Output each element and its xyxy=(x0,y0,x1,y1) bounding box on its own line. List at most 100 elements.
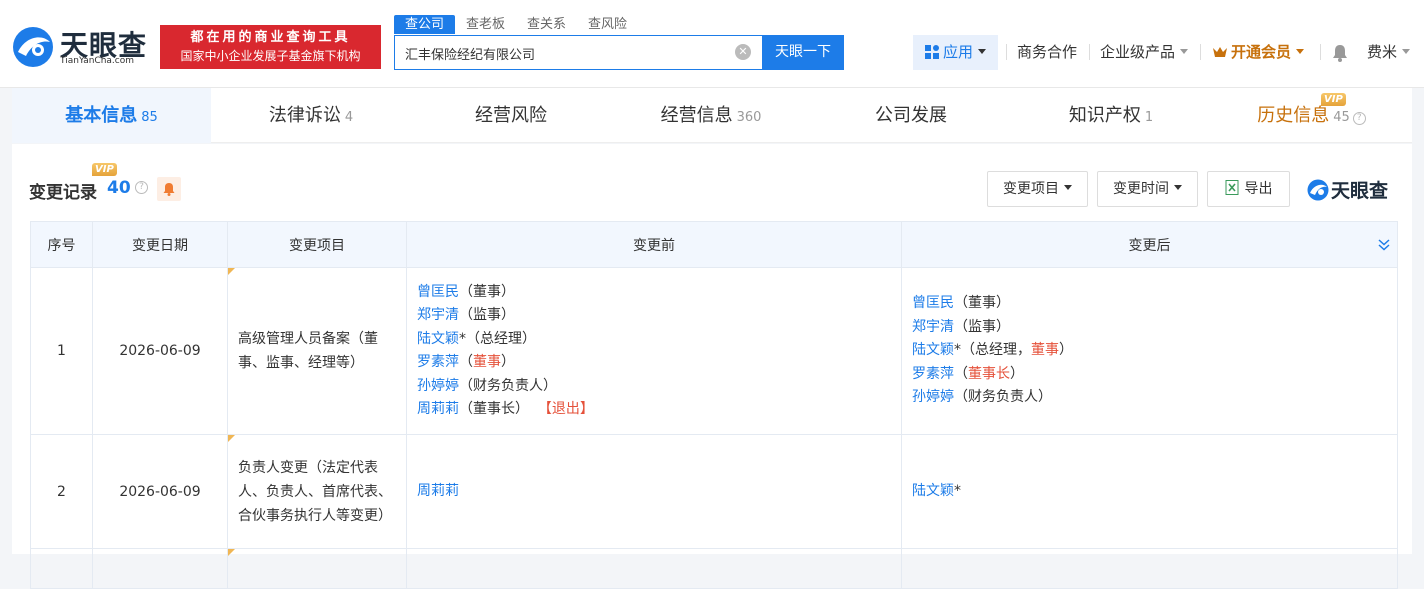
slogan-banner[interactable]: 都在用的商业查询工具 国家中小企业发展子基金旗下机构 xyxy=(160,25,381,69)
person-role: ） xyxy=(1059,342,1073,359)
table-row: 2 2026-06-09 负责人变更（法定代表人、负责人、首席代表、合伙事务执行… xyxy=(30,434,1398,549)
person-mark: * xyxy=(954,342,961,359)
tab-label: 经营信息 xyxy=(660,105,733,126)
tab-label: 公司发展 xyxy=(875,105,947,126)
person-entry: 孙婷婷（财务负责人） xyxy=(912,386,1387,410)
search-tab-boss[interactable]: 查老板 xyxy=(455,15,516,34)
section-count: 40 xyxy=(107,178,131,198)
person-link[interactable]: 郑宇清 xyxy=(912,319,954,335)
person-link[interactable]: 周莉莉 xyxy=(417,401,459,417)
row-index: 2 xyxy=(30,434,93,549)
search-tab-relation[interactable]: 查关系 xyxy=(516,15,577,34)
row-before xyxy=(406,548,902,589)
divider xyxy=(1089,44,1090,60)
tab-basic-info[interactable]: 基本信息 85 xyxy=(12,88,211,143)
tab-operating-risk[interactable]: 经营风险 xyxy=(411,88,611,143)
chevron-down-icon xyxy=(1402,49,1411,54)
person-link[interactable]: 曾匡民 xyxy=(912,295,954,311)
person-role: ） xyxy=(501,354,515,370)
row-date xyxy=(92,548,228,589)
tab-count: 1 xyxy=(1144,110,1154,125)
filter-change-time[interactable]: 变更时间 xyxy=(1097,171,1198,207)
person-link[interactable]: 孙婷婷 xyxy=(912,389,954,405)
app-grid-icon xyxy=(924,45,939,59)
site-logo[interactable]: 天眼查 TianYanCha.com xyxy=(12,24,152,70)
row-item: 高级管理人员备案（董事、监事、经理等） xyxy=(227,267,407,435)
row-item-text: 负责人变更（法定代表人、负责人、首席代表、合伙事务执行人等变更） xyxy=(238,459,392,524)
export-label: 导出 xyxy=(1244,181,1273,197)
app-menu[interactable]: 应用 xyxy=(913,35,998,70)
corner-mark xyxy=(228,268,235,275)
person-entry: 陆文颖*（总经理） xyxy=(417,328,891,352)
row-after: 陆文颖* xyxy=(901,434,1398,549)
corner-mark xyxy=(228,435,235,442)
tab-count: 360 xyxy=(736,110,762,125)
search-input[interactable] xyxy=(405,43,725,63)
filter-label: 变更时间 xyxy=(1113,181,1169,197)
change-record-panel: VIP 变更记录 40 ? 变更项目 变更时间 导出 天眼查 序号 变更日期 变… xyxy=(12,144,1412,589)
tab-legal[interactable]: 法律诉讼 4 xyxy=(211,88,411,143)
search-type-tabs: 查公司 查老板 查关系 查风险 xyxy=(394,15,638,34)
clear-icon[interactable]: ✕ xyxy=(735,44,751,60)
person-link[interactable]: 陆文颖 xyxy=(912,483,954,499)
tab-history[interactable]: 历史信息 45? xyxy=(1211,88,1412,143)
filter-label: 变更项目 xyxy=(1003,181,1059,197)
person-link[interactable]: 郑宇清 xyxy=(417,307,459,323)
person-link[interactable]: 陆文颖 xyxy=(912,342,954,358)
tab-label: 基本信息 xyxy=(65,105,138,126)
person-link[interactable]: 周莉莉 xyxy=(417,483,459,499)
tab-development[interactable]: 公司发展 xyxy=(811,88,1011,143)
person-role-changed: 董事 xyxy=(1031,342,1059,359)
search-tab-company[interactable]: 查公司 xyxy=(394,15,456,34)
person-mark: * xyxy=(954,482,961,499)
help-icon[interactable]: ? xyxy=(1352,112,1366,125)
nav-enterprise[interactable]: 企业级产品 xyxy=(1100,35,1189,70)
notification-bell-icon[interactable] xyxy=(1332,44,1348,62)
person-link[interactable]: 陆文颖 xyxy=(417,331,459,347)
monitor-button[interactable] xyxy=(157,177,181,201)
row-item xyxy=(227,548,407,589)
col-header-item: 变更项目 xyxy=(227,221,407,268)
person-role: （ xyxy=(459,354,473,370)
chevron-down-icon xyxy=(978,49,986,54)
person-role-changed: 董事长 xyxy=(968,365,1010,382)
change-record-table: 序号 变更日期 变更项目 变更前 变更后 1 2026-06-09 高级管理人员… xyxy=(30,221,1398,589)
person-role: （总经理） xyxy=(466,330,536,347)
search-tab-risk[interactable]: 查风险 xyxy=(577,15,638,34)
double-chevron-down-icon[interactable] xyxy=(1377,238,1391,252)
brand-watermark: 天眼查 xyxy=(1307,176,1388,202)
person-entry: 曾匡民（董事） xyxy=(912,292,1387,316)
person-link[interactable]: 孙婷婷 xyxy=(417,378,459,394)
slogan-line2: 国家中小企业发展子基金旗下机构 xyxy=(180,49,361,63)
bell-icon xyxy=(163,183,175,196)
person-mark: * xyxy=(459,330,466,347)
filter-change-item[interactable]: 变更项目 xyxy=(987,171,1088,207)
tab-label: 法律诉讼 xyxy=(268,105,341,126)
person-entry: 郑宇清（监事） xyxy=(912,316,1387,340)
export-button[interactable]: 导出 xyxy=(1207,171,1290,207)
nav-business[interactable]: 商务合作 xyxy=(1017,35,1077,70)
row-item: 负责人变更（法定代表人、负责人、首席代表、合伙事务执行人等变更） xyxy=(227,434,407,549)
user-menu[interactable]: 费米 xyxy=(1367,35,1411,70)
chevron-down-icon xyxy=(1180,49,1189,54)
tab-operating-info[interactable]: 经营信息 360 xyxy=(611,88,811,143)
logo-domain: TianYanCha.com xyxy=(60,56,135,66)
tab-count: 4 xyxy=(344,110,354,125)
col-header-after-label: 变更后 xyxy=(1128,237,1171,254)
col-header-after: 变更后 xyxy=(901,221,1398,268)
person-role: （ xyxy=(954,365,968,382)
logo-icon xyxy=(1307,179,1329,201)
chevron-down-icon xyxy=(1296,49,1305,54)
person-link[interactable]: 罗素萍 xyxy=(912,366,954,382)
help-icon[interactable]: ? xyxy=(135,181,148,194)
person-role: （财务负责人） xyxy=(954,389,1052,406)
person-entry: 郑宇清（监事） xyxy=(417,304,891,328)
person-link[interactable]: 罗素萍 xyxy=(417,354,459,370)
person-role-changed: 董事 xyxy=(473,354,501,370)
tab-ip[interactable]: 知识产权 1 xyxy=(1011,88,1211,143)
row-before: 周莉莉 xyxy=(406,434,902,549)
person-link[interactable]: 曾匡民 xyxy=(417,284,459,300)
person-entry: 曾匡民（董事） xyxy=(417,281,891,305)
nav-vip[interactable]: 开通会员 xyxy=(1212,35,1305,70)
search-button[interactable]: 天眼一下 xyxy=(762,35,844,70)
